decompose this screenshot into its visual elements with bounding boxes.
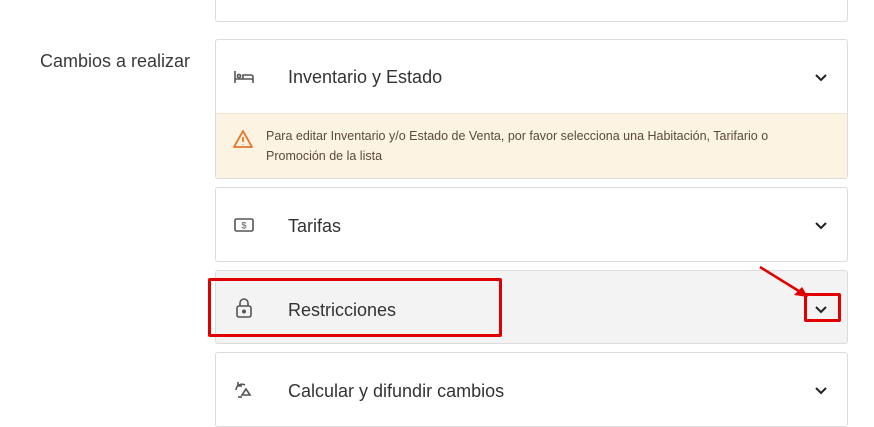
card-tarifas-header[interactable]: $ Tarifas (216, 188, 847, 261)
warning-text: Para editar Inventario y/o Estado de Ven… (266, 129, 769, 163)
card-inventario: Inventario y Estado Para editar Inventar… (215, 39, 848, 179)
money-icon: $ (232, 213, 256, 237)
bed-icon (232, 65, 256, 89)
svg-text:$: $ (241, 221, 246, 231)
chevron-down-icon[interactable] (813, 382, 829, 398)
warning-icon (233, 129, 253, 149)
chevron-down-icon[interactable] (813, 69, 829, 85)
card-tarifas: $ Tarifas (215, 187, 848, 262)
card-inventario-title: Inventario y Estado (288, 67, 443, 87)
highlight-box-restricciones (208, 278, 502, 337)
previous-card (215, 0, 848, 22)
annotation-arrow-icon (759, 265, 808, 297)
card-inventario-header[interactable]: Inventario y Estado (216, 40, 847, 113)
section-label: Cambios a realizar (40, 51, 191, 71)
card-calcular: Calcular y difundir cambios (215, 352, 848, 427)
warning-banner: Para editar Inventario y/o Estado de Ven… (216, 113, 847, 178)
sync-icon (232, 378, 256, 402)
card-tarifas-title: Tarifas (288, 216, 342, 236)
chevron-down-icon[interactable] (813, 217, 829, 233)
card-calcular-title: Calcular y difundir cambios (288, 381, 505, 401)
card-calcular-header[interactable]: Calcular y difundir cambios (216, 353, 847, 426)
